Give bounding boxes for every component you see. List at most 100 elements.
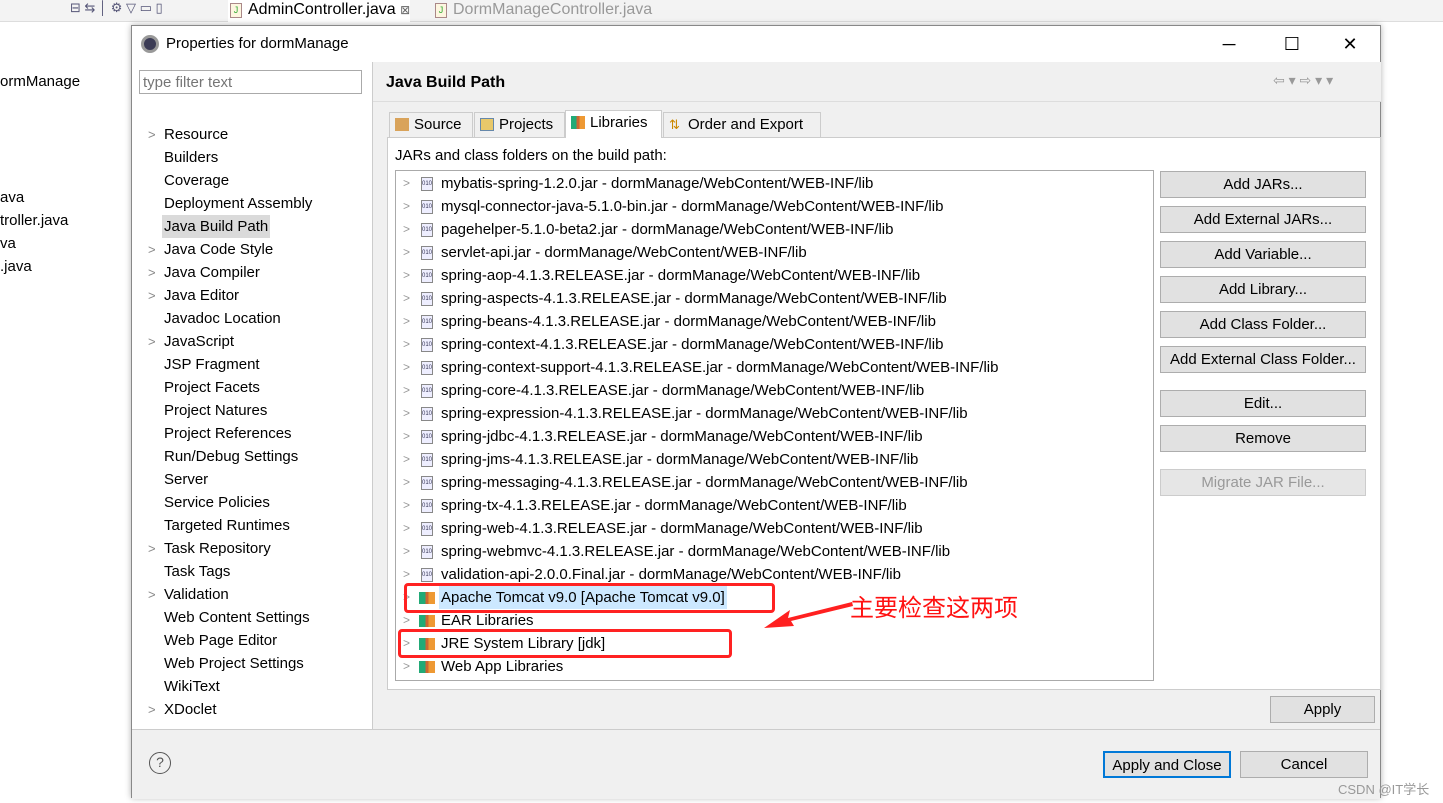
list-item[interactable]: >010 servlet-api.jar - dormManage/WebCont…	[396, 241, 1131, 264]
chevron-right-icon[interactable]: >	[403, 540, 410, 563]
help-icon[interactable]: ?	[149, 752, 171, 774]
history-nav-icons[interactable]: ⇦ ▾ ⇨ ▾ ▾	[1273, 72, 1333, 89]
chevron-right-icon[interactable]: >	[403, 655, 410, 678]
side-button[interactable]: Add External JARs...	[1160, 206, 1366, 233]
chevron-right-icon[interactable]: >	[148, 123, 156, 146]
nav-item[interactable]: Web Project Settings	[132, 652, 372, 675]
nav-item[interactable]: Web Page Editor	[132, 629, 372, 652]
chevron-right-icon[interactable]: >	[148, 261, 156, 284]
chevron-right-icon[interactable]: >	[403, 379, 410, 402]
apply-button[interactable]: Apply	[1270, 696, 1375, 723]
toolbar-icons[interactable]: ⊟ ⇆ │ ⚙ ▽ ▭ ▯	[70, 0, 163, 16]
chevron-right-icon[interactable]: >	[403, 402, 410, 425]
nav-item[interactable]: > XDoclet	[132, 698, 372, 721]
nav-item[interactable]: Server	[132, 468, 372, 491]
list-item[interactable]: >010 mybatis-spring-1.2.0.jar - dormManag…	[396, 172, 1131, 195]
list-item[interactable]: >010 spring-messaging-4.1.3.RELEASE.jar -…	[396, 471, 1131, 494]
close-button[interactable]: ✕	[1335, 31, 1365, 57]
chevron-right-icon[interactable]: >	[403, 264, 410, 287]
nav-item[interactable]: Project Facets	[132, 376, 372, 399]
nav-item[interactable]: Run/Debug Settings	[132, 445, 372, 468]
nav-item[interactable]: Project References	[132, 422, 372, 445]
nav-item[interactable]: Task Tags	[132, 560, 372, 583]
minimize-button[interactable]: ─	[1214, 31, 1244, 57]
editor-tab-admincontroller[interactable]: J AdminController.java ⊠	[228, 0, 411, 22]
side-button[interactable]: Remove	[1160, 425, 1366, 452]
chevron-right-icon[interactable]: >	[403, 195, 410, 218]
chevron-right-icon[interactable]: >	[403, 287, 410, 310]
side-button[interactable]: Add JARs...	[1160, 171, 1366, 198]
tab-projects[interactable]: Projects	[474, 112, 565, 137]
list-item[interactable]: >010 spring-expression-4.1.3.RELEASE.jar …	[396, 402, 1131, 425]
chevron-right-icon[interactable]: >	[403, 471, 410, 494]
nav-item[interactable]: JSP Fragment	[132, 353, 372, 376]
list-item[interactable]: >010 spring-beans-4.1.3.RELEASE.jar - dor…	[396, 310, 1131, 333]
nav-item[interactable]: Java Build Path	[132, 215, 372, 238]
chevron-right-icon[interactable]: >	[148, 537, 156, 560]
tab-source[interactable]: Source	[389, 112, 473, 137]
list-item[interactable]: >010 pagehelper-5.1.0-beta2.jar - dormMan…	[396, 218, 1131, 241]
chevron-right-icon[interactable]: >	[148, 583, 156, 606]
cancel-button[interactable]: Cancel	[1240, 751, 1368, 778]
chevron-right-icon[interactable]: >	[148, 284, 156, 307]
workspace-item[interactable]: troller.java	[0, 212, 68, 229]
nav-item[interactable]: > Validation	[132, 583, 372, 606]
nav-item[interactable]: > Java Code Style	[132, 238, 372, 261]
chevron-right-icon[interactable]: >	[403, 425, 410, 448]
nav-item[interactable]: Builders	[132, 146, 372, 169]
nav-item[interactable]: Web Content Settings	[132, 606, 372, 629]
workspace-item[interactable]: .java	[0, 258, 32, 275]
nav-item[interactable]: > Java Editor	[132, 284, 372, 307]
chevron-right-icon[interactable]: >	[403, 241, 410, 264]
nav-item[interactable]: Coverage	[132, 169, 372, 192]
chevron-right-icon[interactable]: >	[403, 356, 410, 379]
workspace-item[interactable]: ormManage	[0, 73, 80, 90]
side-button[interactable]: Add Variable...	[1160, 241, 1366, 268]
list-item[interactable]: >010 spring-webmvc-4.1.3.RELEASE.jar - do…	[396, 540, 1131, 563]
list-item[interactable]: >010 spring-aop-4.1.3.RELEASE.jar - dormM…	[396, 264, 1131, 287]
tab-order-and-export[interactable]: ⇅ Order and Export	[663, 112, 821, 137]
list-item[interactable]: >010 spring-context-4.1.3.RELEASE.jar - d…	[396, 333, 1131, 356]
list-item[interactable]: >010 spring-context-support-4.1.3.RELEASE…	[396, 356, 1131, 379]
chevron-right-icon[interactable]: >	[403, 494, 410, 517]
editor-tab-dormmanagecontroller[interactable]: J DormManageController.java	[433, 0, 652, 22]
chevron-right-icon[interactable]: >	[403, 310, 410, 333]
nav-item[interactable]: WikiText	[132, 675, 372, 698]
side-button[interactable]: Add External Class Folder...	[1160, 346, 1366, 373]
workspace-item[interactable]: ava	[0, 189, 24, 206]
list-item[interactable]: > Web App Libraries	[396, 655, 1131, 678]
maximize-button[interactable]: ☐	[1277, 31, 1307, 57]
list-item[interactable]: >010 spring-core-4.1.3.RELEASE.jar - dorm…	[396, 379, 1131, 402]
chevron-right-icon[interactable]: >	[148, 238, 156, 261]
chevron-right-icon[interactable]: >	[403, 172, 410, 195]
nav-item[interactable]: > Resource	[132, 123, 372, 146]
chevron-right-icon[interactable]: >	[403, 448, 410, 471]
apply-and-close-button[interactable]: Apply and Close	[1103, 751, 1231, 778]
side-button[interactable]: Add Library...	[1160, 276, 1366, 303]
filter-input[interactable]	[139, 70, 362, 94]
chevron-right-icon[interactable]: >	[403, 333, 410, 356]
tab-libraries[interactable]: Libraries	[565, 110, 662, 138]
list-item[interactable]: >010 spring-tx-4.1.3.RELEASE.jar - dormMa…	[396, 494, 1131, 517]
nav-item[interactable]: Targeted Runtimes	[132, 514, 372, 537]
side-button[interactable]: Add Class Folder...	[1160, 311, 1366, 338]
nav-item[interactable]: > JavaScript	[132, 330, 372, 353]
list-item[interactable]: >010 spring-jdbc-4.1.3.RELEASE.jar - dorm…	[396, 425, 1131, 448]
nav-item[interactable]: Javadoc Location	[132, 307, 372, 330]
nav-item[interactable]: > Task Repository	[132, 537, 372, 560]
nav-item[interactable]: Deployment Assembly	[132, 192, 372, 215]
list-item[interactable]: >010 mysql-connector-java-5.1.0-bin.jar -…	[396, 195, 1131, 218]
chevron-right-icon[interactable]: >	[148, 330, 156, 353]
chevron-right-icon[interactable]: >	[148, 698, 156, 721]
close-tab-icon[interactable]: ⊠	[400, 3, 410, 17]
list-item[interactable]: >010 spring-web-4.1.3.RELEASE.jar - dormM…	[396, 517, 1131, 540]
list-item[interactable]: >010 spring-aspects-4.1.3.RELEASE.jar - d…	[396, 287, 1131, 310]
side-button[interactable]: Edit...	[1160, 390, 1366, 417]
nav-item[interactable]: Service Policies	[132, 491, 372, 514]
nav-item[interactable]: > Java Compiler	[132, 261, 372, 284]
list-item[interactable]: >010 spring-jms-4.1.3.RELEASE.jar - dormM…	[396, 448, 1131, 471]
nav-item[interactable]: Project Natures	[132, 399, 372, 422]
chevron-right-icon[interactable]: >	[403, 218, 410, 241]
workspace-item[interactable]: va	[0, 235, 16, 252]
chevron-right-icon[interactable]: >	[403, 517, 410, 540]
